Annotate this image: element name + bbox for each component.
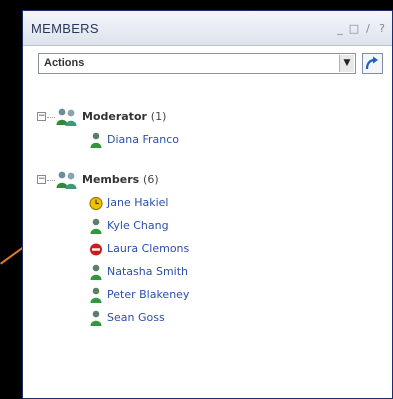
chevron-down-icon[interactable]: ▼ xyxy=(339,55,354,72)
group-name: Members xyxy=(82,173,140,186)
member-name: Sean Goss xyxy=(107,311,165,324)
group-icon xyxy=(56,171,77,189)
user-online-icon xyxy=(90,310,102,326)
maximize-button[interactable]: □ xyxy=(348,22,360,36)
minimize-button[interactable]: _ xyxy=(334,22,346,36)
actions-bar: Actions ▼ xyxy=(38,53,386,77)
do-not-disturb-icon xyxy=(90,243,102,256)
member-item[interactable]: Diana Franco xyxy=(89,131,382,154)
member-item[interactable]: Laura Clemons xyxy=(89,240,382,263)
actions-select-value: Actions xyxy=(44,57,85,69)
member-tree: − Moderator (1) Diana Franco − Members (… xyxy=(37,107,382,332)
group-icon xyxy=(56,108,77,126)
go-button[interactable] xyxy=(362,53,383,74)
collapse-toggle[interactable]: − xyxy=(37,175,46,184)
edit-button[interactable]: / xyxy=(362,22,374,36)
help-button[interactable]: ? xyxy=(376,22,388,36)
user-online-icon xyxy=(90,218,102,234)
members-panel: MEMBERS _ □ / ? Actions ▼ − Moderator (1… xyxy=(22,10,393,399)
panel-titlebar: MEMBERS _ □ / ? xyxy=(23,11,392,46)
member-item[interactable]: Kyle Chang xyxy=(89,217,382,240)
member-item[interactable]: Peter Blakeney xyxy=(89,286,382,309)
member-item[interactable]: Natasha Smith xyxy=(89,263,382,286)
tree-connector xyxy=(47,117,55,119)
group-name: Moderator xyxy=(82,110,147,123)
member-name: Jane Hakiel xyxy=(107,196,169,209)
member-name: Diana Franco xyxy=(107,133,180,146)
user-away-icon xyxy=(89,196,103,211)
member-name: Laura Clemons xyxy=(107,242,190,255)
tree-connector xyxy=(47,180,55,182)
group-count: (1) xyxy=(150,110,167,123)
collapse-toggle[interactable]: − xyxy=(37,112,46,121)
group-label: Moderator (1) xyxy=(82,110,166,123)
user-online-icon xyxy=(90,287,102,303)
group-members[interactable]: − Members (6) xyxy=(37,170,382,194)
group-moderator[interactable]: − Moderator (1) xyxy=(37,107,382,131)
user-online-icon xyxy=(90,132,102,148)
member-item[interactable]: Sean Goss xyxy=(89,309,382,332)
user-online-icon xyxy=(90,264,102,280)
member-name: Peter Blakeney xyxy=(107,288,190,301)
go-arrow-icon xyxy=(365,56,378,70)
group-label: Members (6) xyxy=(82,173,159,186)
member-name: Natasha Smith xyxy=(107,265,189,278)
member-name: Kyle Chang xyxy=(107,219,169,232)
group-count: (6) xyxy=(143,173,159,186)
panel-title: MEMBERS xyxy=(31,21,99,36)
window-controls: _ □ / ? xyxy=(334,22,388,36)
actions-select[interactable]: Actions ▼ xyxy=(38,53,356,74)
member-item[interactable]: Jane Hakiel xyxy=(89,194,382,217)
